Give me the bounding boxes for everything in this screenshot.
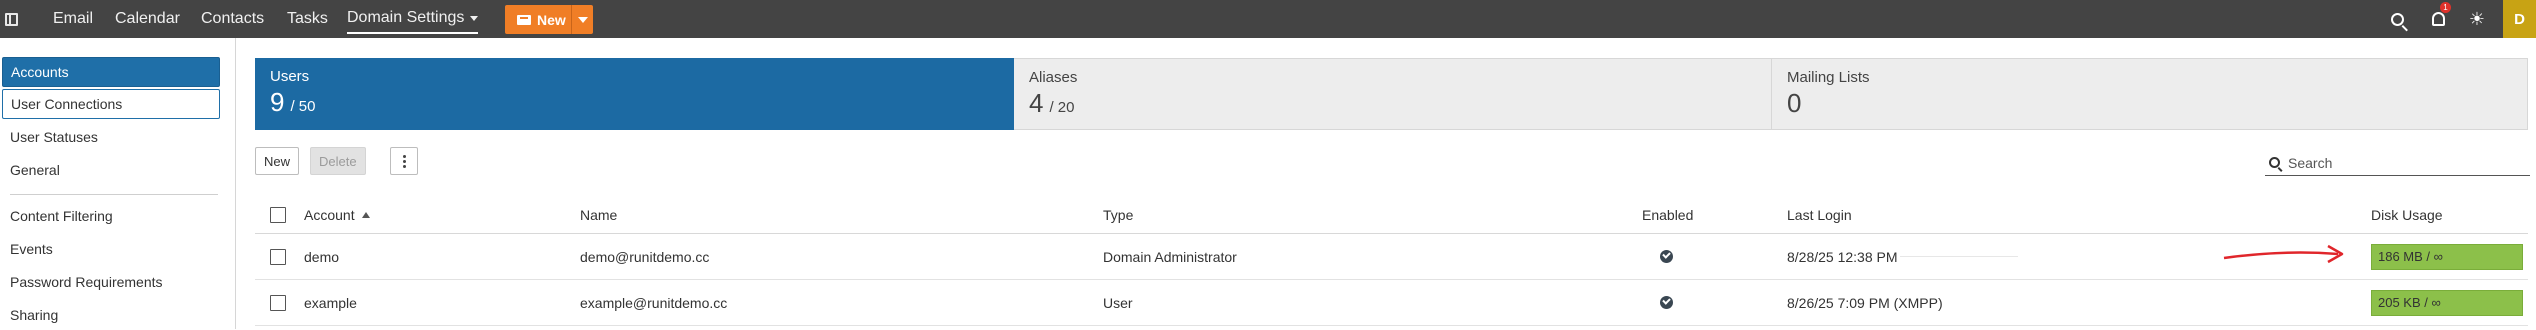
delete-button[interactable]: Delete xyxy=(310,147,366,175)
account-cell: demo xyxy=(304,248,340,265)
column-header-account[interactable]: Account xyxy=(304,196,370,233)
row-checkbox[interactable] xyxy=(270,234,286,279)
last-login-cell: 8/28/25 12:38 PM xyxy=(1787,248,1898,265)
aliases-card-title: Aliases xyxy=(1029,69,1078,86)
nav-domain-settings[interactable]: Domain Settings xyxy=(347,4,479,34)
search-input[interactable] xyxy=(2288,154,2518,171)
new-item-main[interactable]: New xyxy=(505,5,571,34)
sidebar-item-password-requirements[interactable]: Password Requirements xyxy=(2,267,220,297)
aliases-card[interactable]: Aliases 4 / 20 xyxy=(1014,58,1772,130)
nav-tasks[interactable]: Tasks xyxy=(287,0,328,38)
column-header-account-label: Account xyxy=(304,206,355,223)
enabled-check-icon xyxy=(1660,234,1673,279)
disk-usage-cell: 186 MB / ∞ xyxy=(2371,234,2523,279)
user-avatar[interactable]: D xyxy=(2503,0,2536,38)
sidebar-divider xyxy=(10,194,218,195)
sidebar-item-sharing[interactable]: Sharing xyxy=(2,300,220,330)
column-header-type[interactable]: Type xyxy=(1103,196,1133,233)
nav-email[interactable]: Email xyxy=(53,0,93,38)
column-header-disk-usage[interactable]: Disk Usage xyxy=(2371,196,2443,233)
search-icon[interactable] xyxy=(2382,0,2412,38)
more-options-icon[interactable] xyxy=(390,147,418,175)
top-bar: Email Calendar Contacts Tasks Domain Set… xyxy=(0,0,2536,38)
new-item-button[interactable]: New xyxy=(505,5,593,34)
disk-usage-cell: 205 KB / ∞ xyxy=(2371,280,2523,325)
disk-usage-bar: 186 MB / ∞ xyxy=(2371,243,2523,270)
type-cell: User xyxy=(1103,294,1133,311)
nav-domain-settings-label: Domain Settings xyxy=(347,9,465,26)
faint-divider xyxy=(1900,256,2018,257)
search-icon xyxy=(2269,157,2280,168)
column-header-name[interactable]: Name xyxy=(580,196,617,233)
users-card-title: Users xyxy=(270,68,310,85)
sidebar-item-events[interactable]: Events xyxy=(2,234,220,264)
notifications-bell-icon[interactable]: 1 xyxy=(2423,0,2453,38)
select-all-checkbox[interactable] xyxy=(270,196,286,233)
column-header-enabled[interactable]: Enabled xyxy=(1642,196,1693,233)
envelope-icon xyxy=(517,14,531,25)
mailing-lists-card[interactable]: Mailing Lists 0 xyxy=(1772,58,2528,130)
table-row[interactable]: example example@runitdemo.cc User 8/26/2… xyxy=(255,280,2528,326)
mailing-lists-card-title: Mailing Lists xyxy=(1787,69,1870,86)
sidebar-item-user-connections[interactable]: User Connections xyxy=(2,89,220,119)
nav-contacts[interactable]: Contacts xyxy=(201,0,264,38)
row-checkbox[interactable] xyxy=(270,280,286,325)
new-account-button[interactable]: New xyxy=(255,147,300,175)
sidebar-item-general[interactable]: General xyxy=(2,155,220,185)
table-header: Account Name Type Enabled Last Login Dis… xyxy=(255,196,2528,234)
name-cell: demo@runitdemo.cc xyxy=(580,248,710,265)
aliases-count: 4 xyxy=(1029,88,1044,118)
account-cell: example xyxy=(304,294,357,311)
users-count: 9 xyxy=(270,87,285,117)
notification-badge: 1 xyxy=(2440,2,2451,13)
table-row[interactable]: demo demo@runitdemo.cc Domain Administra… xyxy=(255,234,2528,280)
sidebar-item-content-filtering[interactable]: Content Filtering xyxy=(2,201,220,231)
name-cell: example@runitdemo.cc xyxy=(580,294,728,311)
aliases-total: / 20 xyxy=(1049,99,1075,116)
column-header-last-login[interactable]: Last Login xyxy=(1787,196,1852,233)
sidebar-toggle-icon[interactable] xyxy=(0,0,22,38)
chevron-down-icon xyxy=(577,16,588,23)
sidebar: Accounts User Connections User Statuses … xyxy=(0,38,236,329)
annotation-arrow-icon xyxy=(2223,244,2344,264)
mailing-lists-count: 0 xyxy=(1787,88,1802,118)
enabled-check-icon xyxy=(1660,280,1673,325)
new-item-label: New xyxy=(537,11,566,28)
sort-ascending-icon xyxy=(361,211,370,218)
disk-usage-bar: 205 KB / ∞ xyxy=(2371,289,2523,316)
search-field[interactable] xyxy=(2265,150,2530,176)
new-item-dropdown-button[interactable] xyxy=(571,5,593,34)
users-card[interactable]: Users 9 / 50 xyxy=(255,58,1014,130)
theme-toggle-sun-icon[interactable]: ☀ xyxy=(2462,0,2492,38)
type-cell: Domain Administrator xyxy=(1103,248,1237,265)
users-total: / 50 xyxy=(290,98,316,115)
sidebar-item-user-statuses[interactable]: User Statuses xyxy=(2,122,220,152)
sidebar-item-accounts[interactable]: Accounts xyxy=(2,57,220,87)
last-login-cell: 8/26/25 7:09 PM (XMPP) xyxy=(1787,294,1943,311)
nav-calendar[interactable]: Calendar xyxy=(115,0,180,38)
chevron-down-icon xyxy=(470,15,479,21)
